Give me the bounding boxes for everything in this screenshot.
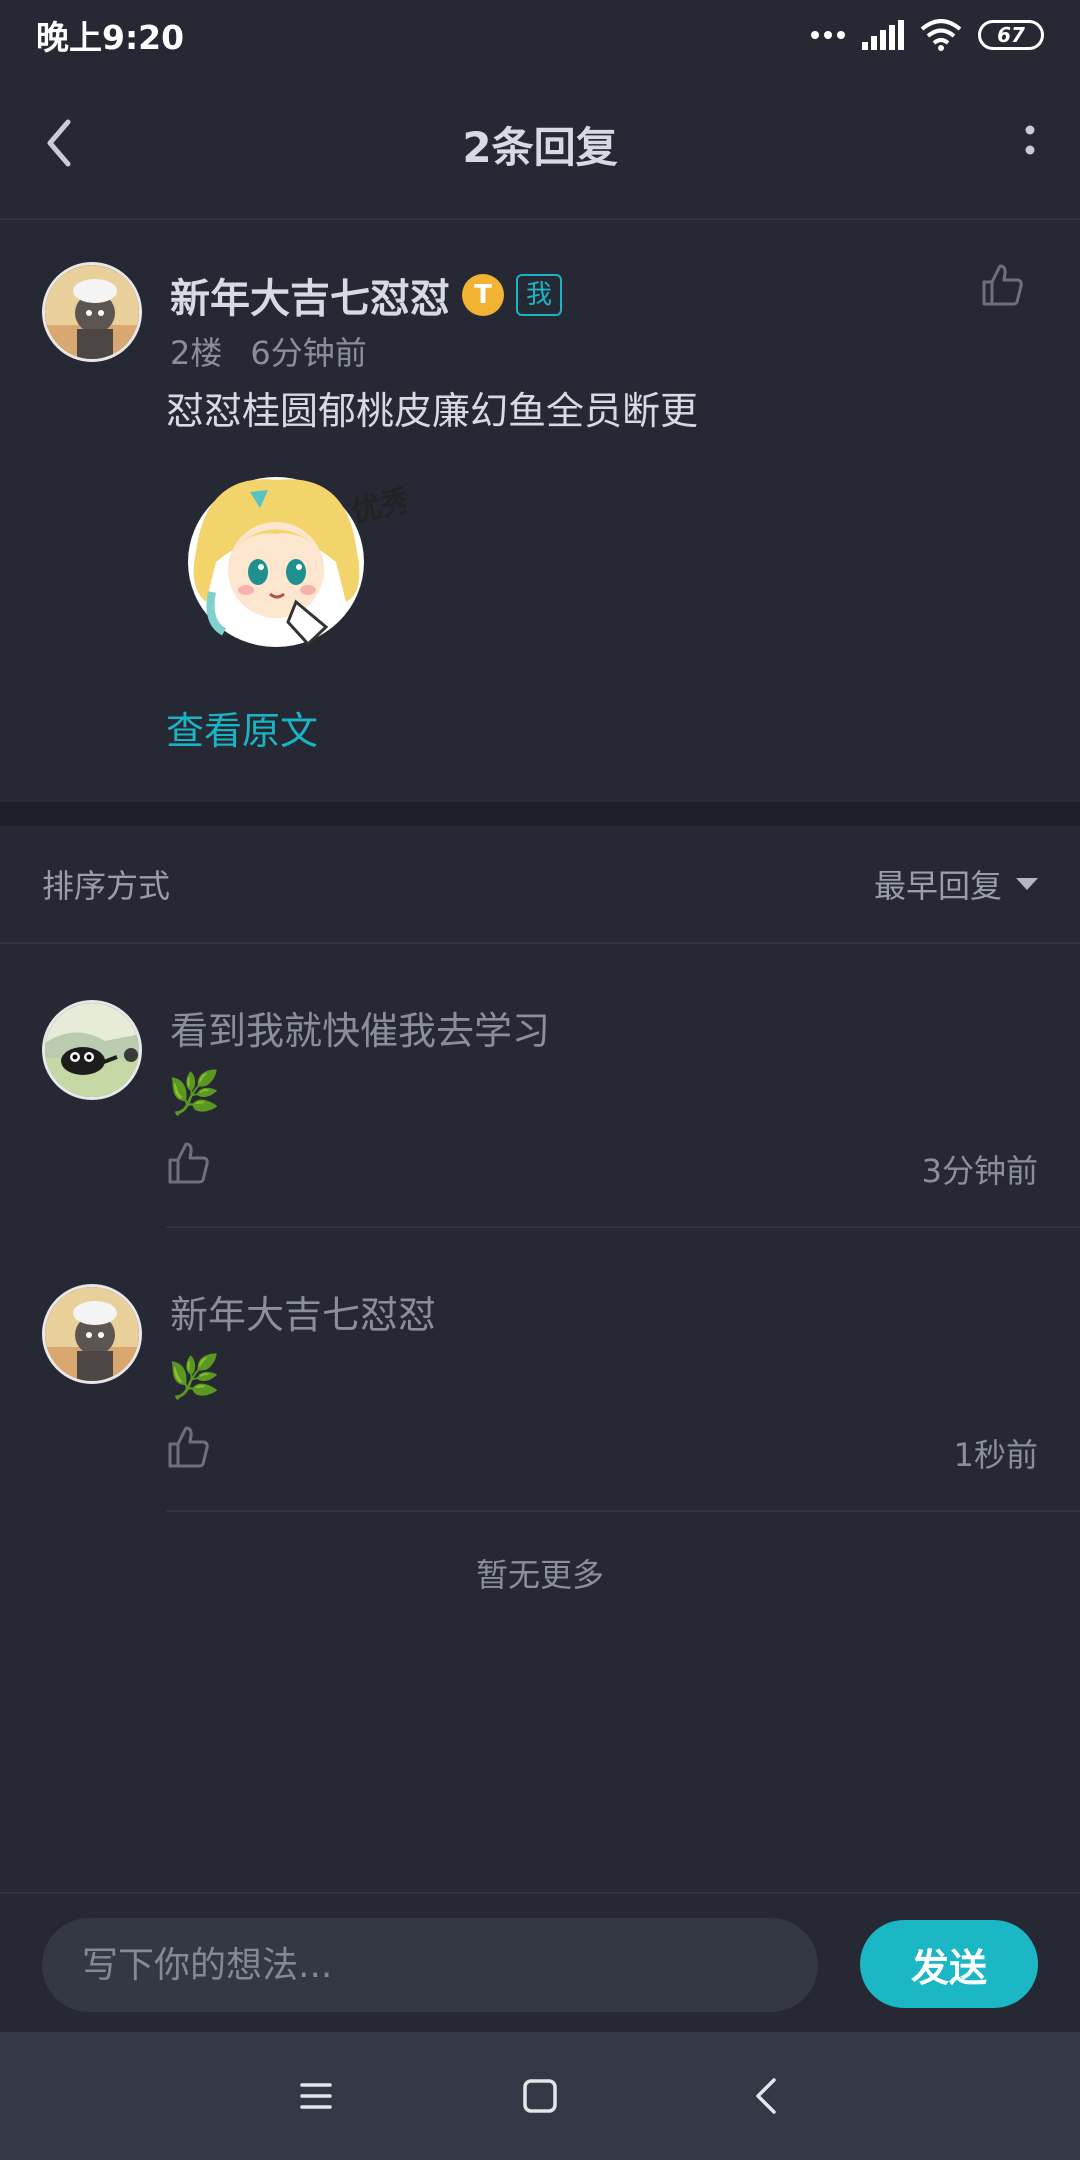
back-nav-icon[interactable] [744,2072,792,2120]
no-more-text: 暂无更多 [475,1556,604,1594]
status-bar: 晚上9:20 67 [0,0,1080,70]
avatar-image [45,1003,139,1097]
battery-level: 67 [997,23,1025,47]
back-arrow-icon[interactable] [40,118,80,168]
sort-dropdown[interactable]: 最早回复 [874,861,1038,907]
post-meta: 2楼 6分钟前 [170,328,367,374]
reply-divider [166,1510,1080,1512]
leaf-emoji-icon: 🌿 [168,1068,221,1117]
send-button[interactable]: 发送 [860,1920,1038,2008]
avatar[interactable] [42,1000,142,1100]
avatar[interactable] [42,1284,142,1384]
avatar[interactable] [42,262,142,362]
leaf-emoji-icon: 🌿 [168,1352,221,1401]
view-original-link[interactable]: 查看原文 [166,700,318,755]
section-divider [0,802,1080,826]
home-icon[interactable] [516,2072,564,2120]
post-time: 6分钟前 [250,334,367,372]
post-text: 怼怼桂圆郁桃皮廉幻鱼全员断更 [166,389,699,433]
thumbs-up-icon[interactable] [166,1140,210,1186]
more-options-icon[interactable] [1020,118,1040,168]
status-icons: 67 [810,19,1044,51]
sticker-image: 优秀 [188,477,406,647]
original-post: 新年大吉七怼怼 T 我 2楼 6分钟前 怼怼桂圆郁桃皮廉幻鱼全员断更 优秀 查看… [0,222,1080,802]
thumbs-up-icon[interactable] [166,1424,210,1470]
me-tag: 我 [516,274,563,316]
signal-icon [862,20,904,50]
sort-label: 排序方式 [42,867,171,905]
sticker-caption: 优秀 [348,483,406,530]
author-line: 新年大吉七怼怼 T 我 [170,266,563,324]
reply-author-name[interactable]: 看到我就快催我去学习 [170,1000,550,1055]
avatar-image [45,1287,139,1381]
status-time: 晚上9:20 [36,18,185,57]
thumbs-up-icon[interactable] [980,262,1024,308]
caret-down-icon[interactable] [1016,878,1038,890]
battery-indicator: 67 [978,20,1044,50]
reply-time: 3分钟前 [921,1152,1038,1190]
more-dots-icon [811,31,845,39]
page-title: 2条回复 [462,122,618,172]
reply-item: 新年大吉七怼怼 🌿 1秒前 [0,1228,1080,1512]
wifi-icon [920,19,962,51]
sort-bar: 排序方式 最早回复 [0,826,1080,944]
reply-item: 看到我就快催我去学习 🌿 3分钟前 [0,944,1080,1228]
reply-time: 1秒前 [953,1436,1038,1474]
system-nav-bar [0,2032,1080,2160]
avatar-image [45,265,139,359]
level-badge-icon: T [462,274,504,316]
comment-input[interactable] [42,1918,818,2012]
floor-number: 2楼 [170,334,223,372]
menu-icon[interactable] [292,2072,340,2120]
sort-selected[interactable]: 最早回复 [874,861,1002,907]
top-bar: 2条回复 [0,70,1080,220]
author-name[interactable]: 新年大吉七怼怼 [170,266,450,324]
reply-author-name[interactable]: 新年大吉七怼怼 [170,1284,436,1339]
comment-composer: 发送 [0,1892,1080,2032]
